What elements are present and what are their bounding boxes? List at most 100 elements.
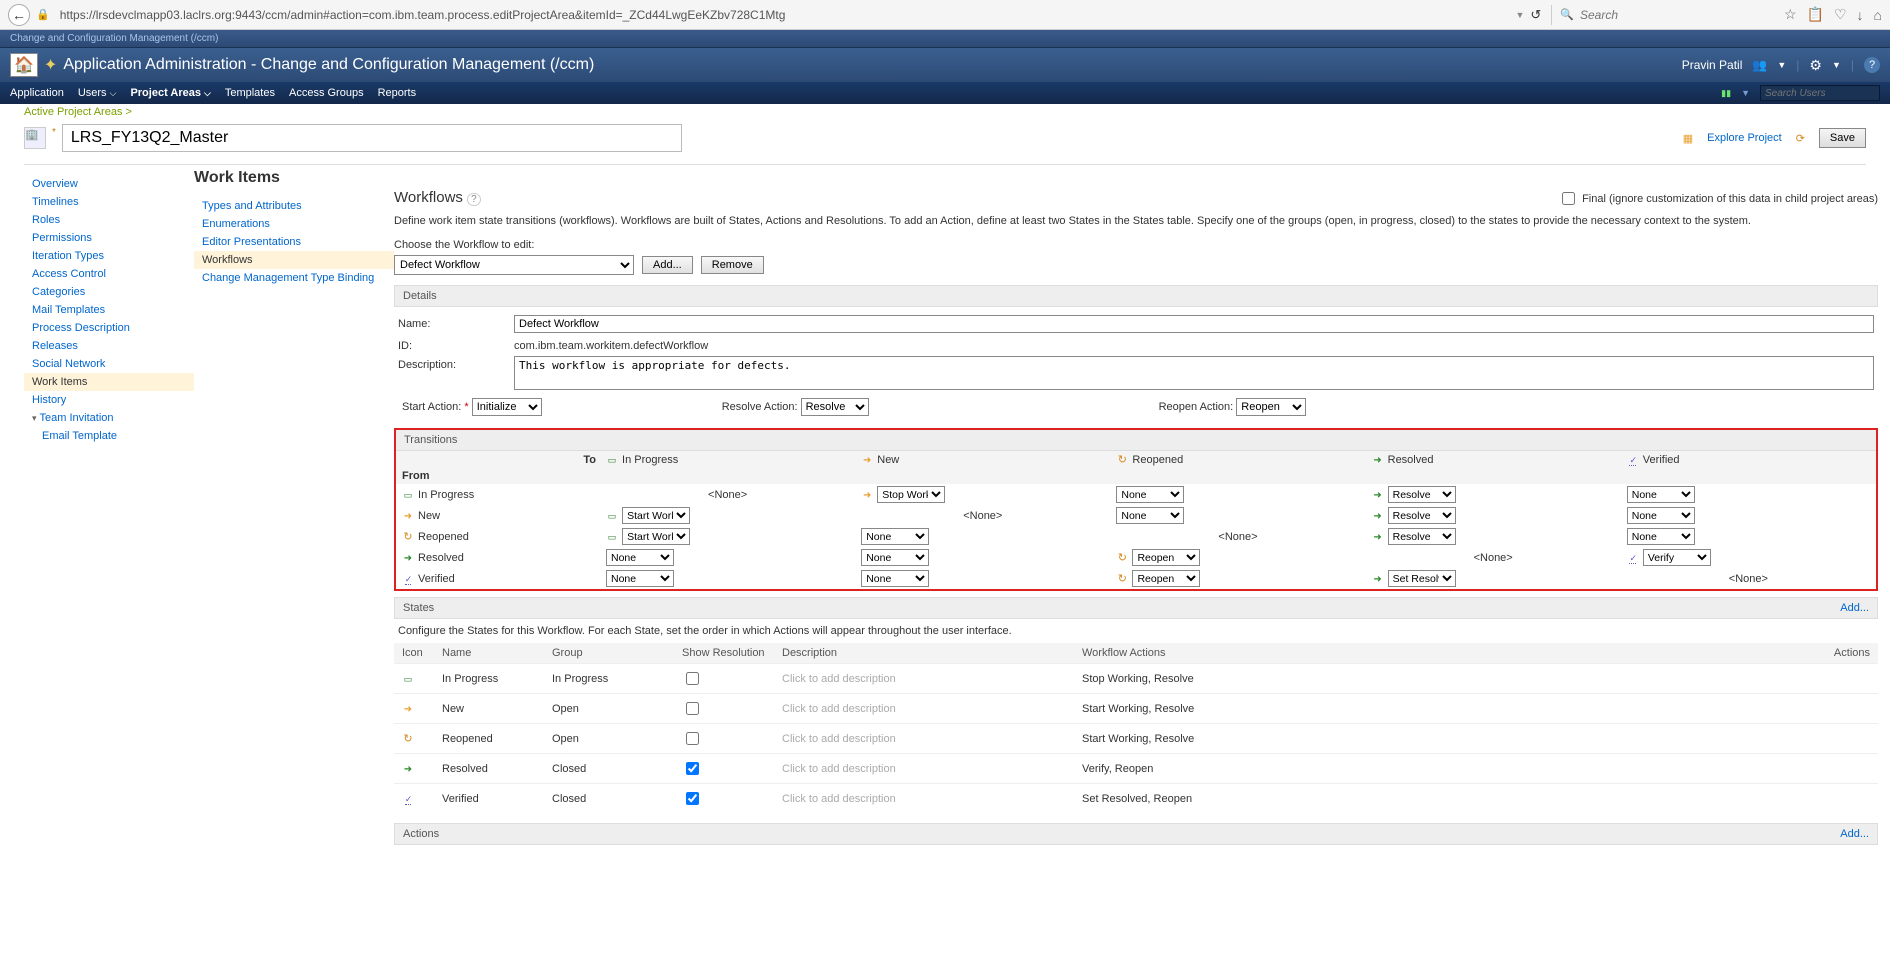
presence-icon[interactable]: ▮▮ — [1721, 88, 1731, 99]
nav-item-project-areas[interactable]: Project Areas ⌵ — [130, 87, 210, 99]
leftnav-history[interactable]: History — [24, 391, 194, 409]
leftnav-mail-templates[interactable]: Mail Templates — [24, 301, 194, 319]
subnav-enumerations[interactable]: Enumerations — [194, 215, 394, 233]
people-icon[interactable]: 👥 — [1752, 58, 1767, 72]
resolve-action-select[interactable]: Resolve — [801, 398, 869, 416]
transition-select[interactable]: None — [861, 549, 929, 566]
leftnav-iteration-types[interactable]: Iteration Types — [24, 247, 194, 265]
state-row[interactable]: In ProgressIn ProgressClick to add descr… — [394, 664, 1878, 694]
state-row[interactable]: ResolvedClosedClick to add descriptionVe… — [394, 754, 1878, 784]
show-resolution-checkbox[interactable] — [686, 792, 699, 805]
transition-select[interactable]: None — [606, 549, 674, 566]
state-description-placeholder[interactable]: Click to add description — [782, 703, 896, 715]
leftnav-process-description[interactable]: Process Description — [24, 319, 194, 337]
transition-select[interactable]: Resolve — [1388, 528, 1456, 545]
leftnav-access-control[interactable]: Access Control — [24, 265, 194, 283]
start-action-select[interactable]: Initialize — [472, 398, 542, 416]
transition-select[interactable]: None — [1627, 528, 1695, 545]
nav-item-application[interactable]: Application — [10, 87, 64, 99]
transition-select[interactable]: Resolve — [1388, 507, 1456, 524]
show-resolution-checkbox[interactable] — [686, 732, 699, 745]
transition-select[interactable]: None — [1116, 486, 1184, 503]
home-tile-icon[interactable]: 🏠 — [10, 53, 38, 77]
subnav-workflows[interactable]: Workflows — [194, 251, 394, 269]
subnav-editor-presentations[interactable]: Editor Presentations — [194, 233, 394, 251]
leftnav-categories[interactable]: Categories — [24, 283, 194, 301]
workflow-select[interactable]: Defect Workflow — [394, 255, 634, 275]
final-checkbox-label[interactable]: Final (ignore customization of this data… — [1558, 189, 1878, 208]
transition-select[interactable]: Resolve — [1388, 486, 1456, 503]
leftnav-releases[interactable]: Releases — [24, 337, 194, 355]
transition-select[interactable]: None — [606, 570, 674, 587]
transition-select[interactable]: Set Resolved — [1388, 570, 1456, 587]
back-button[interactable]: ← — [8, 4, 30, 26]
transition-select[interactable]: Verify — [1643, 549, 1711, 566]
show-resolution-checkbox[interactable] — [686, 762, 699, 775]
leftnav-roles[interactable]: Roles — [24, 211, 194, 229]
url-input[interactable] — [56, 4, 1510, 26]
transition-select[interactable]: Stop Working — [877, 486, 945, 503]
add-action-link[interactable]: Add... — [1840, 828, 1869, 840]
state-row[interactable]: VerifiedClosedClick to add descriptionSe… — [394, 784, 1878, 814]
state-description-placeholder[interactable]: Click to add description — [782, 763, 896, 775]
remove-workflow-button[interactable]: Remove — [701, 256, 764, 274]
nav-item-reports[interactable]: Reports — [378, 87, 417, 99]
transition-select[interactable]: Reopen — [1132, 570, 1200, 587]
transition-select[interactable]: Start Working — [622, 528, 690, 545]
transition-select[interactable]: Reopen — [1132, 549, 1200, 566]
gear-icon[interactable]: ⚙ — [1809, 57, 1822, 74]
show-resolution-checkbox[interactable] — [686, 702, 699, 715]
nav-item-templates[interactable]: Templates — [225, 87, 275, 99]
info-icon[interactable]: ? — [467, 193, 481, 206]
transition-select[interactable]: None — [861, 528, 929, 545]
leftnav-team-invitation[interactable]: ▾Team Invitation — [24, 409, 194, 427]
reopen-action-select[interactable]: Reopen — [1236, 398, 1306, 416]
explore-project-link[interactable]: Explore Project — [1707, 132, 1782, 144]
name-input[interactable] — [514, 315, 1874, 333]
transition-select[interactable]: None — [1627, 486, 1695, 503]
subnav-types-and-attributes[interactable]: Types and Attributes — [194, 197, 394, 215]
state-description-placeholder[interactable]: Click to add description — [782, 733, 896, 745]
browser-search-input[interactable] — [1578, 5, 1778, 25]
state-description-placeholder[interactable]: Click to add description — [782, 673, 896, 685]
transition-select[interactable]: None — [861, 570, 929, 587]
help-icon[interactable]: ? — [1864, 57, 1880, 73]
leftnav-social-network[interactable]: Social Network — [24, 355, 194, 373]
search-users-input[interactable] — [1760, 85, 1880, 101]
breadcrumb-link[interactable]: Active Project Areas > — [24, 106, 132, 118]
home-icon[interactable]: ⌂ — [1874, 7, 1882, 23]
add-state-link[interactable]: Add... — [1840, 602, 1869, 614]
refresh-icon[interactable]: ↺ — [1530, 7, 1541, 23]
subnav-change-management-type-binding[interactable]: Change Management Type Binding — [194, 269, 394, 287]
transition-select[interactable]: Start Working — [622, 507, 690, 524]
transition-select[interactable]: None — [1627, 507, 1695, 524]
state-row[interactable]: NewOpenClick to add descriptionStart Wor… — [394, 694, 1878, 724]
refresh-project-icon[interactable]: ⟳ — [1796, 132, 1805, 145]
chevron-down-icon-3[interactable]: ▼ — [1741, 88, 1750, 98]
state-row[interactable]: ReopenedOpenClick to add descriptionStar… — [394, 724, 1878, 754]
chevron-down-icon-2[interactable]: ▼ — [1832, 60, 1841, 70]
leftnav-overview[interactable]: Overview — [24, 175, 194, 193]
star-icon[interactable]: ☆ — [1784, 6, 1797, 23]
save-button[interactable]: Save — [1819, 128, 1866, 148]
show-resolution-checkbox[interactable] — [686, 672, 699, 685]
download-icon[interactable]: ↓ — [1857, 7, 1864, 23]
nav-item-users[interactable]: Users ⌵ — [78, 87, 117, 99]
nav-item-access-groups[interactable]: Access Groups — [289, 87, 364, 99]
leftnav-email-template[interactable]: Email Template — [24, 427, 194, 445]
clipboard-icon[interactable]: 📋 — [1807, 6, 1824, 23]
description-textarea[interactable]: This workflow is appropriate for defects… — [514, 356, 1874, 390]
leftnav-permissions[interactable]: Permissions — [24, 229, 194, 247]
pocket-icon[interactable]: ♡ — [1834, 6, 1847, 23]
transition-select[interactable]: None — [1116, 507, 1184, 524]
leftnav-work-items[interactable]: Work Items — [24, 373, 194, 391]
state-description-placeholder[interactable]: Click to add description — [782, 793, 896, 805]
app-title-bar: 🏠 ✦ Application Administration - Change … — [0, 48, 1890, 82]
username[interactable]: Pravin Patil — [1682, 58, 1743, 72]
chevron-down-icon[interactable]: ▼ — [1777, 60, 1786, 70]
project-name-input[interactable] — [62, 124, 682, 152]
final-checkbox[interactable] — [1562, 192, 1575, 205]
add-workflow-button[interactable]: Add... — [642, 256, 693, 274]
leftnav-timelines[interactable]: Timelines — [24, 193, 194, 211]
dropdown-icon[interactable]: ▼ — [1515, 10, 1524, 20]
